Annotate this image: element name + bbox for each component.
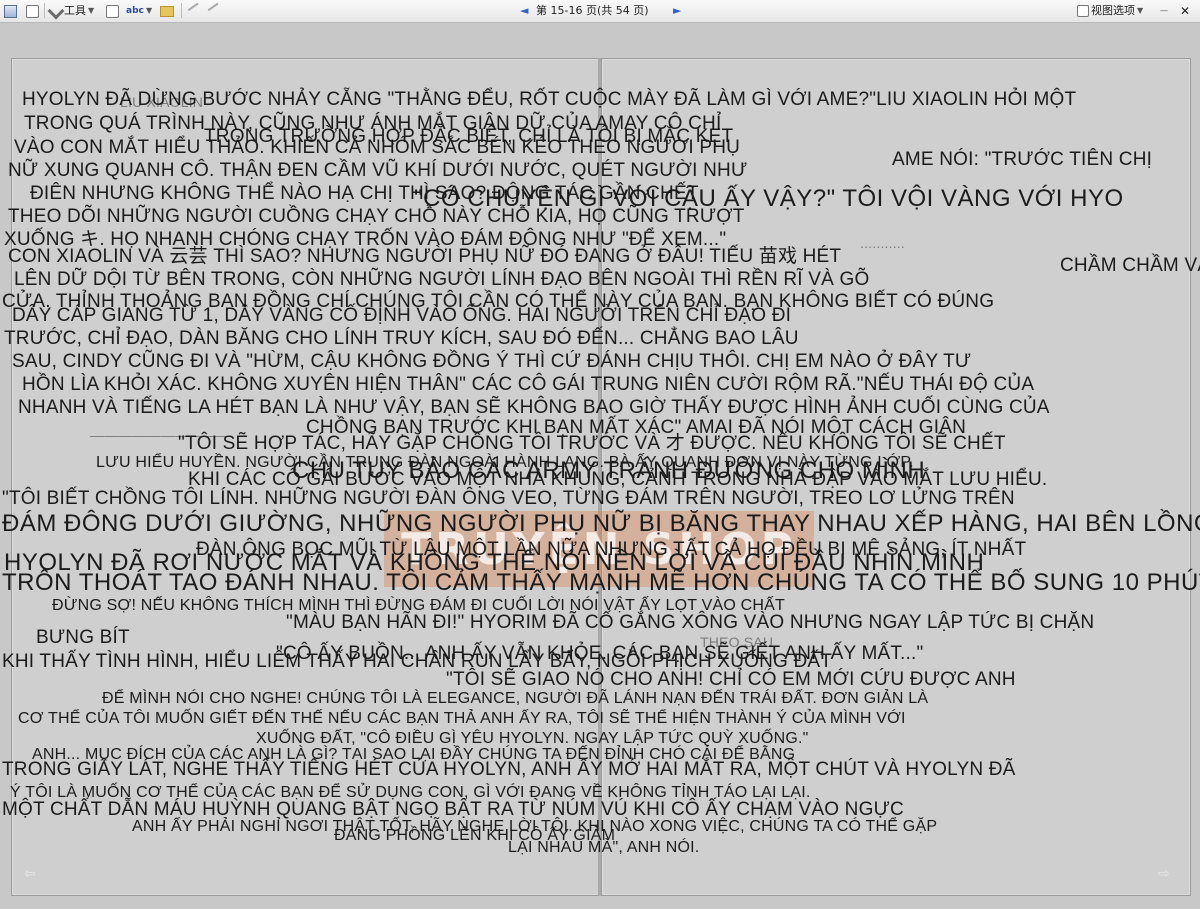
pen-icon [187, 2, 205, 20]
page-preview-icon [26, 4, 39, 18]
right-page [601, 58, 1191, 896]
spelling-icon: abc [126, 6, 144, 16]
watermark-logo: TRUYỆN SHOP [384, 511, 814, 587]
arrow-right-icon: ⇨ [1158, 866, 1170, 882]
toolbar-divider [44, 3, 45, 18]
tools-menu-button[interactable]: 工具 ▼ [47, 2, 95, 20]
preview-button[interactable] [26, 3, 39, 19]
tools-icon [47, 2, 65, 20]
next-page-button[interactable]: ► [673, 3, 681, 19]
chevron-down-icon: ▼ [1137, 6, 1144, 15]
minus-icon: — [1160, 6, 1168, 15]
page-spine [598, 58, 601, 896]
toolbar: 工具 ▼ abc ▼ ◄ 第 15-16 页(共 54 页) ► 视图选项 ▼ … [0, 0, 1200, 23]
close-icon: ✕ [1180, 4, 1191, 18]
left-page [11, 58, 600, 896]
chevron-down-icon: ▼ [88, 6, 95, 15]
save-icon [4, 4, 17, 18]
save-button[interactable] [4, 3, 17, 19]
comment-button[interactable] [187, 2, 205, 20]
highlighter-icon [207, 2, 225, 20]
view-options-label: 视图选项 [1091, 4, 1135, 17]
arrow-left-icon: ◄ [520, 4, 529, 17]
open-folder-button[interactable] [160, 3, 174, 19]
highlight-button[interactable] [207, 2, 225, 20]
spelling-button[interactable]: abc ▼ [126, 3, 152, 19]
page-indicator: 第 15-16 页(共 54 页) [536, 4, 649, 17]
previous-page-arrow[interactable]: ⇦ [24, 866, 36, 882]
research-icon [106, 4, 119, 18]
tools-label: 工具 [64, 4, 86, 17]
view-options-icon [1077, 5, 1089, 17]
toolbar-divider [181, 3, 182, 18]
arrow-right-icon: ► [673, 4, 682, 17]
minimize-ribbon-button[interactable]: — [1160, 3, 1168, 19]
view-options-button[interactable]: 视图选项 ▼ [1077, 3, 1143, 19]
folder-icon [160, 5, 174, 17]
next-page-arrow[interactable]: ⇨ [1158, 866, 1170, 882]
chevron-down-icon: ▼ [146, 6, 153, 15]
research-button[interactable] [106, 3, 119, 19]
close-reading-view-button[interactable]: ✕ [1180, 3, 1190, 19]
arrow-left-icon: ⇦ [24, 866, 36, 882]
previous-page-button[interactable]: ◄ [520, 3, 528, 19]
